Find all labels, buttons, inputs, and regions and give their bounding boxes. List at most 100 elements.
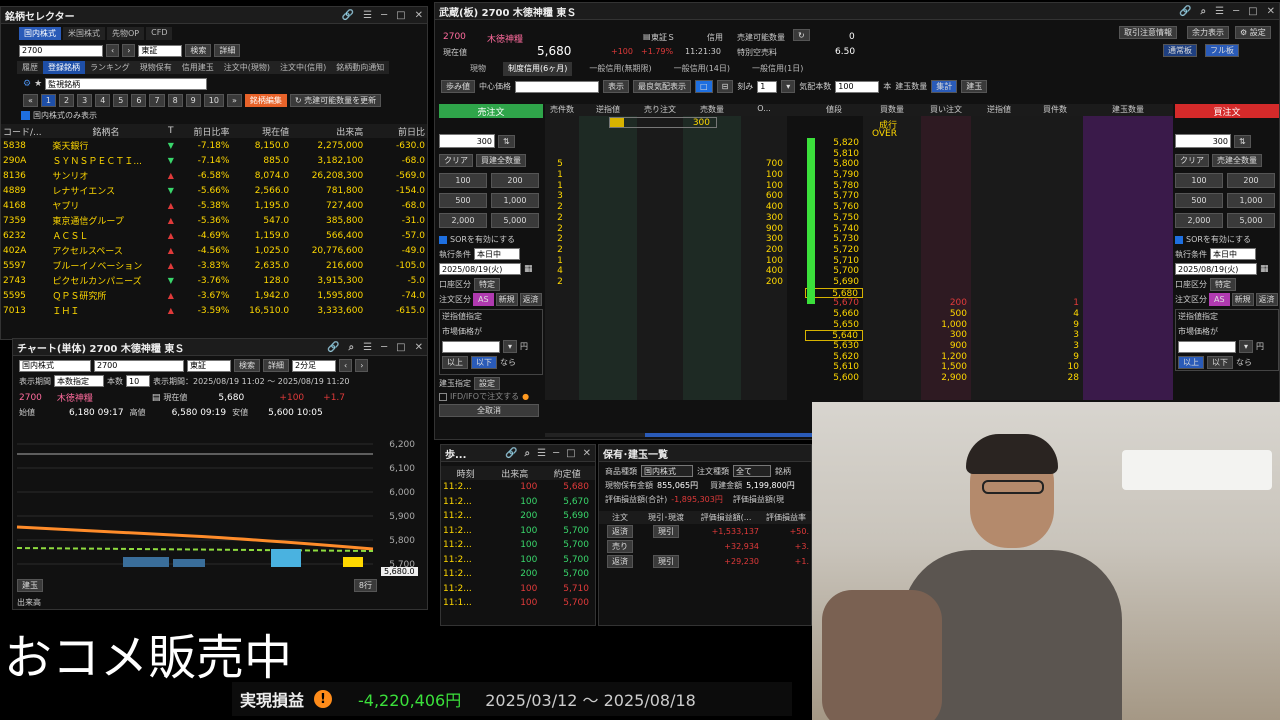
info-icon[interactable]: ● <box>522 392 529 401</box>
table-row[interactable]: 6232 ＡＣＳＬ ▲ -4.69% 1,159.0 566,400 -57.0 <box>1 228 427 243</box>
price-stepper[interactable]: ▾ <box>503 340 518 353</box>
market-type-select[interactable]: 国内株式 <box>19 359 91 372</box>
page-5[interactable]: 5 <box>113 94 129 107</box>
qty-5000[interactable]: 5,000 <box>491 213 539 228</box>
subtab-order-cash[interactable]: 注文中(現物) <box>218 61 276 74</box>
tab-domestic[interactable]: 国内株式 <box>19 27 61 40</box>
qty-200[interactable]: 200 <box>1227 173 1275 188</box>
last-page-icon[interactable]: » <box>226 94 242 107</box>
ladder-row[interactable]: 5,650 1,000 9 <box>545 320 1173 331</box>
sell-qty-input[interactable]: 300 <box>439 134 495 148</box>
ladder-row[interactable]: 5,810 <box>545 149 1173 160</box>
next-icon[interactable]: › <box>122 44 136 57</box>
table-row[interactable]: 返済 現引 +1,533,137 +50. <box>599 524 811 539</box>
ladder-row[interactable]: 5,670 200 1 <box>545 298 1173 309</box>
below-button[interactable]: 以下 <box>471 356 497 369</box>
show-button[interactable]: 表示 <box>603 80 629 93</box>
ladder-row[interactable]: 5,630 900 3 <box>545 341 1173 352</box>
link-icon[interactable]: 🔗 <box>505 448 517 459</box>
caution-info-button[interactable]: 取引注意情報 <box>1119 26 1177 39</box>
close-icon[interactable]: ✕ <box>415 10 423 21</box>
ladder-row[interactable]: 5,640 300 3 <box>545 330 1173 342</box>
ladder-row[interactable]: 5,660 500 4 <box>545 309 1173 320</box>
split-view-icon[interactable]: ⊟ <box>716 80 734 93</box>
board-titlebar[interactable]: 武蔵(板) 2700 木徳神糧 東Ｓ 🔗 ⌕ ☰ ─ □ ✕ <box>435 3 1279 20</box>
stop-price-input[interactable] <box>1178 340 1236 353</box>
buy-qty-input[interactable]: 300 <box>1175 134 1231 148</box>
subtab-cash[interactable]: 現物保有 <box>134 61 177 74</box>
sor-checkbox[interactable] <box>439 235 447 244</box>
tick-history-button[interactable]: 歩み値 <box>441 80 475 93</box>
product-type-select[interactable]: 国内株式 <box>641 465 693 477</box>
tick-size-select[interactable]: 1 <box>757 80 778 93</box>
table-row[interactable]: 返済 現引 +29,230 +1. <box>599 554 811 569</box>
subtab-ranking[interactable]: ランキング <box>85 61 135 74</box>
page-1[interactable]: 1 <box>40 94 56 107</box>
first-page-icon[interactable]: « <box>23 94 38 107</box>
page-6[interactable]: 6 <box>131 94 147 107</box>
position-setting-button[interactable]: 設定 <box>474 377 500 390</box>
minimize-icon[interactable]: ─ <box>1233 6 1239 17</box>
buy-order-header[interactable]: 買注文 <box>1175 104 1279 118</box>
minimize-icon[interactable]: ─ <box>381 342 387 353</box>
tab-cfd[interactable]: CFD <box>146 27 173 40</box>
date-select[interactable]: 2025/08/19(火) <box>1175 263 1257 275</box>
subtab-order-margin[interactable]: 注文中(信用) <box>275 61 332 74</box>
page-7[interactable]: 7 <box>149 94 165 107</box>
ladder-row[interactable]: 5,820 <box>545 138 1173 149</box>
star-icon[interactable]: ★ <box>34 79 42 89</box>
center-price-input[interactable] <box>515 80 599 93</box>
qty-100[interactable]: 100 <box>439 173 487 188</box>
refresh-icon[interactable]: ↻ <box>793 29 810 41</box>
close-button[interactable]: 返済 <box>519 293 542 306</box>
prev-icon[interactable]: ‹ <box>106 44 120 57</box>
tab-general-14d[interactable]: 一般信用(14日) <box>669 62 735 76</box>
sor-checkbox[interactable] <box>1175 235 1183 244</box>
order-type-select[interactable]: 全て <box>733 465 771 477</box>
ladder-row[interactable]: 5,600 2,900 28 <box>545 373 1173 384</box>
tick-titlebar[interactable]: 歩... 🔗 ⌕ ☰ ─ □ ✕ <box>441 445 595 462</box>
sell-order-header[interactable]: 売注文 <box>439 104 543 118</box>
ladder-row[interactable]: 2 400 5,760 <box>545 202 1173 213</box>
clear-button[interactable]: クリア <box>1175 154 1209 167</box>
search-button[interactable]: 検索 <box>185 44 212 57</box>
account-type-button[interactable]: 特定 <box>474 278 500 291</box>
next-icon[interactable]: › <box>355 359 369 372</box>
tab-futures[interactable]: 先物OP <box>107 27 145 40</box>
qty-1000[interactable]: 1,000 <box>491 193 539 208</box>
market-select[interactable]: 東証 <box>138 44 183 57</box>
table-row[interactable]: 売り +32,934 +3. <box>599 539 811 554</box>
capacity-button[interactable]: 余力表示 <box>1187 26 1229 39</box>
tab-cash[interactable]: 現物 <box>465 62 491 76</box>
period-select[interactable]: 本数指定 <box>54 375 104 387</box>
link-icon[interactable]: 🔗 <box>1179 6 1191 17</box>
depth-select[interactable]: 100 <box>835 80 880 93</box>
full-board-button[interactable]: フル板 <box>1205 44 1239 57</box>
col-price[interactable]: 現在値 <box>231 124 291 138</box>
ladder-row[interactable]: 2 300 5,730 <box>545 234 1173 245</box>
table-row[interactable]: 290A ＳＹＮＳＰＥＣＴＩ... ▼ -7.14% 885.0 3,182,100 -68… <box>1 153 427 168</box>
all-qty-button[interactable]: 買建全数量 <box>476 154 526 167</box>
interval-select[interactable]: 2分足 <box>292 359 336 372</box>
page-2[interactable]: 2 <box>59 94 75 107</box>
col-pct[interactable]: 前日比率 <box>180 124 231 138</box>
maximize-icon[interactable]: □ <box>396 10 405 21</box>
condition-select[interactable]: 本日中 <box>1210 248 1256 260</box>
subtab-margin[interactable]: 信用建玉 <box>176 61 219 74</box>
menu-icon[interactable]: ☰ <box>363 342 372 353</box>
ladder-row[interactable]: 2 300 5,750 <box>545 213 1173 224</box>
qty-100[interactable]: 100 <box>1175 173 1223 188</box>
menu-icon[interactable]: ☰ <box>363 10 372 21</box>
ifd-checkbox[interactable] <box>439 392 447 401</box>
detail-button[interactable]: 詳細 <box>263 359 289 372</box>
page-4[interactable]: 4 <box>95 94 111 107</box>
page-9[interactable]: 9 <box>185 94 201 107</box>
date-select[interactable]: 2025/08/19(火) <box>439 263 521 275</box>
ladder-row[interactable]: 5 700 5,800 <box>545 159 1173 170</box>
edit-list-button[interactable]: 銘柄編集 <box>244 94 287 107</box>
ladder-row[interactable]: 1 100 5,710 <box>545 256 1173 267</box>
search-icon[interactable]: ⌕ <box>525 448 531 459</box>
calendar-icon[interactable]: ▦ <box>1260 264 1269 274</box>
minimize-icon[interactable]: ─ <box>381 10 387 21</box>
count-input[interactable]: 10 <box>126 375 150 387</box>
